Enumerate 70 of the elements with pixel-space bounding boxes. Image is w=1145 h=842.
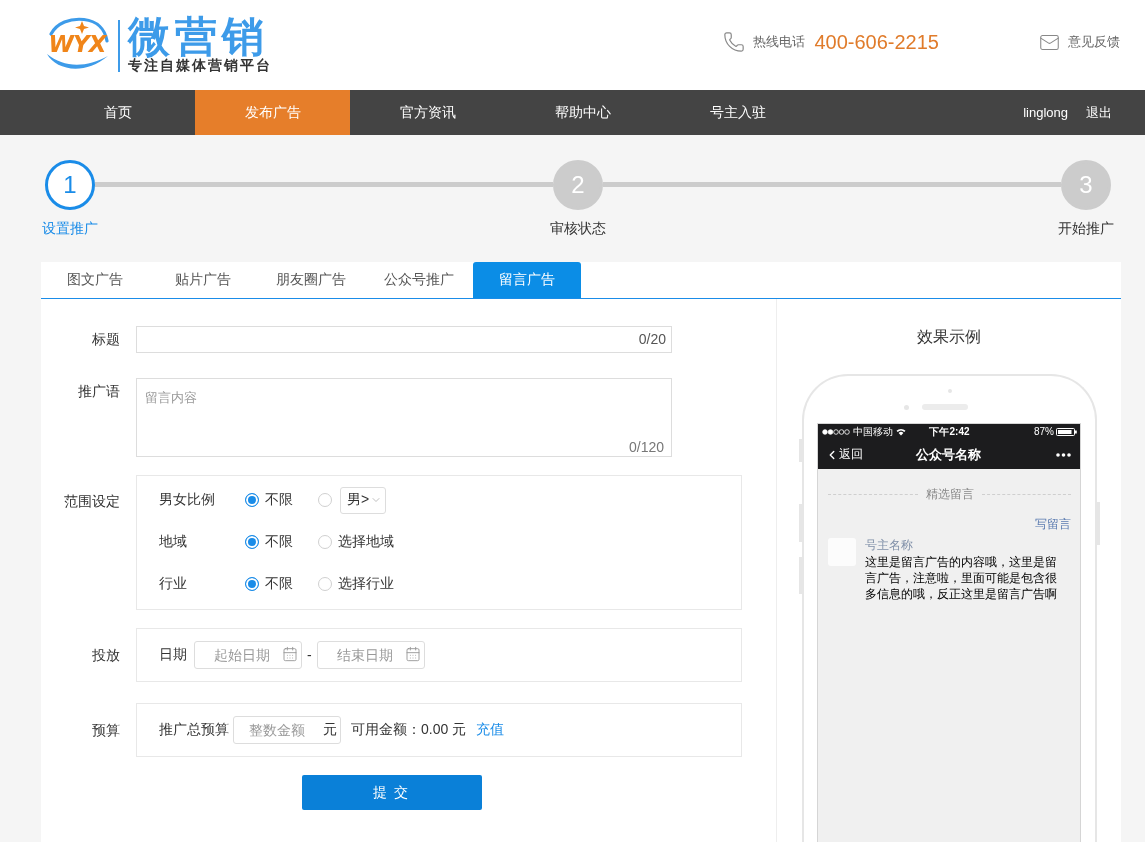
char-counter: 0/120: [628, 438, 664, 456]
recharge-link[interactable]: 充值: [476, 721, 505, 739]
calendar-icon: [404, 646, 421, 662]
hotline-label: 热线电话: [753, 33, 806, 51]
submit-button[interactable]: 提 交: [301, 775, 482, 810]
tab[interactable]: 留言广告: [473, 262, 581, 298]
nav-item[interactable]: 号主入驻: [660, 90, 815, 135]
option-label: 选择行业: [338, 575, 394, 593]
gender-select[interactable]: 男>: [340, 486, 387, 514]
tab[interactable]: 朋友圈广告: [257, 262, 365, 298]
radio-button[interactable]: [318, 577, 332, 591]
battery-percent: 87%: [1034, 426, 1054, 438]
logo-text: WYX: [48, 32, 106, 56]
date-separator: -: [307, 647, 312, 663]
option-label: 不限: [265, 575, 293, 593]
brand-slogan: 专注自媒体营销平台: [128, 57, 272, 74]
field-label: 投放: [91, 646, 120, 665]
tab[interactable]: 公众号推广: [365, 262, 473, 298]
budget-label: 推广总预算: [159, 721, 230, 739]
status-time: 下午2:42: [929, 426, 970, 438]
feedback-link[interactable]: 意见反馈: [1039, 31, 1120, 53]
radio-button[interactable]: [318, 493, 332, 507]
comment-text: 这里是留言广告的内容哦，这里是留言广告，注意啦，里面可能是包含很多信息的哦，反正这里是留言广告啊: [865, 554, 1058, 602]
wifi-icon: [896, 428, 906, 436]
calendar-icon: [282, 646, 298, 662]
option-group-label: 行业: [159, 575, 188, 593]
preview-title: 效果示例: [916, 327, 982, 347]
unit-label: 元: [323, 720, 337, 738]
nav-item[interactable]: 首页: [40, 90, 195, 135]
signal-icon: [822, 429, 850, 435]
nav-item[interactable]: 官方资讯: [350, 90, 505, 135]
nav-item[interactable]: 帮助中心: [505, 90, 660, 135]
balance-text: 可用金额：0.00 元: [351, 721, 467, 739]
phone-icon: [723, 31, 746, 53]
tab[interactable]: 贴片广告: [149, 262, 257, 298]
end-date-field[interactable]: 结束日期: [316, 641, 425, 669]
step-label: 开始推广: [1058, 220, 1114, 238]
tab[interactable]: 图文广告: [41, 262, 149, 298]
account-name: 公众号名称: [915, 445, 981, 464]
field-label: 范围设定: [63, 492, 120, 511]
option-label: 不限: [265, 491, 293, 509]
field-label: 预算: [91, 721, 120, 740]
camera-dot-icon: [904, 404, 909, 410]
radio-button[interactable]: [245, 493, 259, 507]
section-title: 精选留言: [925, 486, 974, 502]
radio-button[interactable]: [245, 535, 259, 549]
step-label: 审核状态: [550, 220, 606, 238]
write-comment-link[interactable]: 写留言: [1035, 516, 1071, 532]
step-label: 设置推广: [42, 220, 98, 238]
option-label: 选择地域: [338, 533, 394, 551]
battery-icon: [1056, 428, 1077, 436]
more-icon[interactable]: [1056, 452, 1071, 457]
date-label: 日期: [159, 646, 188, 664]
user-name: linglong: [1023, 105, 1068, 120]
start-date-field[interactable]: 起始日期: [194, 641, 302, 669]
radio-button[interactable]: [318, 535, 332, 549]
field-label: 标题: [91, 330, 120, 349]
hotline-number: 400-606-2215: [814, 30, 939, 54]
step-circle: 1: [45, 160, 95, 210]
option-group-label: 地域: [159, 533, 188, 551]
field-label: 推广语: [77, 382, 120, 401]
option-label: 不限: [265, 533, 293, 551]
radio-button[interactable]: [245, 577, 259, 591]
title-input[interactable]: [136, 326, 672, 353]
logout-link[interactable]: 退出: [1086, 103, 1112, 122]
comment-author: 号主名称: [865, 538, 914, 552]
char-counter: 0/20: [638, 330, 666, 348]
carrier-name: 中国移动: [853, 426, 893, 438]
back-link[interactable]: 返回: [825, 446, 863, 463]
option-group-label: 男女比例: [159, 491, 216, 509]
